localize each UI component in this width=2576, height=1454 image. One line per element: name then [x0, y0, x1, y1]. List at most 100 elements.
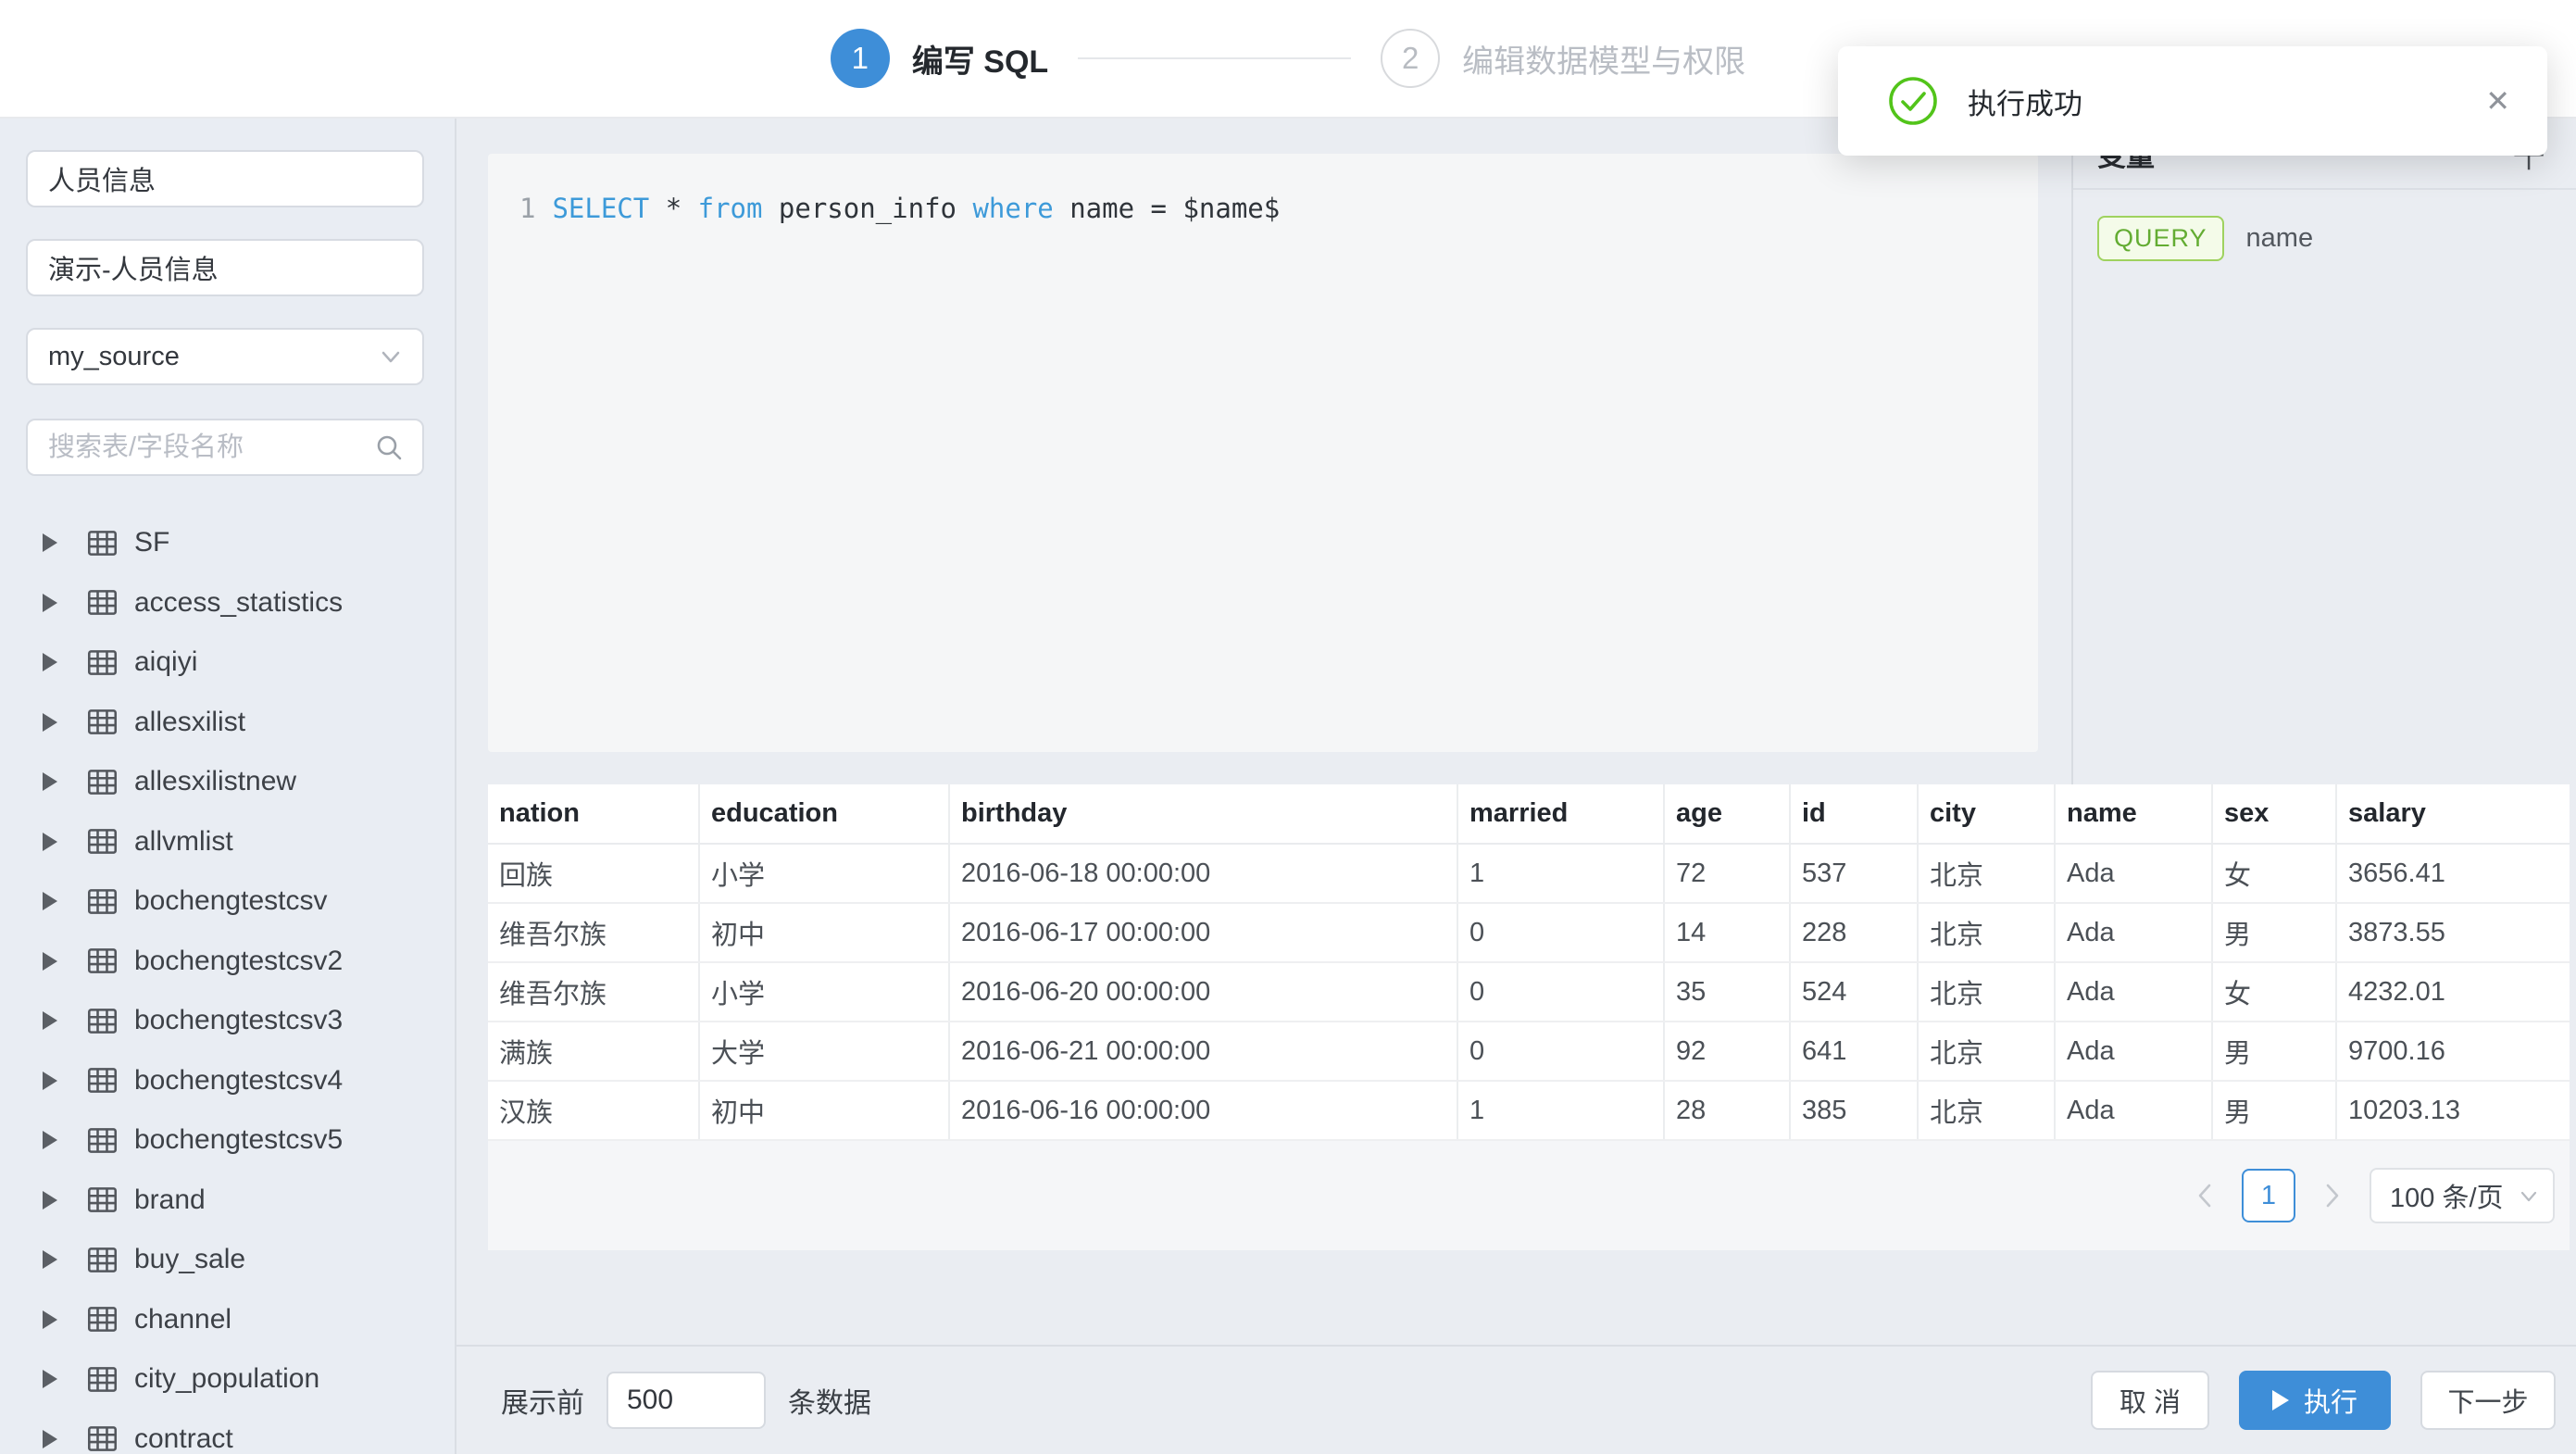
datasource-select[interactable]: my_source [26, 328, 424, 385]
search-icon [374, 432, 404, 462]
table-cell: 228 [1790, 903, 1918, 962]
column-header: married [1457, 784, 1664, 844]
current-page-button[interactable]: 1 [2242, 1169, 2295, 1222]
table-cell: 北京 [1918, 962, 2055, 1022]
toast-close-icon[interactable]: ✕ [2485, 83, 2510, 119]
caret-right-icon[interactable] [43, 833, 57, 851]
table-search-input[interactable] [48, 432, 365, 463]
dataset-name-input[interactable] [48, 164, 404, 194]
caret-right-icon[interactable] [43, 533, 57, 552]
caret-right-icon[interactable] [43, 1370, 57, 1388]
caret-right-icon[interactable] [43, 772, 57, 791]
table-cell: 0 [1457, 962, 1664, 1022]
run-button[interactable]: 执行 [2239, 1371, 2391, 1430]
table-cell: 641 [1790, 1022, 1918, 1081]
page-size-select[interactable]: 100 条/页 [2370, 1168, 2555, 1223]
tree-item-label: buy_sale [134, 1244, 245, 1275]
tree-item-table[interactable]: city_population [0, 1349, 455, 1410]
sql-editor[interactable]: 1 SELECT * from person_info where name =… [488, 154, 2038, 752]
table-icon [85, 526, 119, 560]
caret-right-icon[interactable] [43, 1072, 57, 1090]
table-cell: 524 [1790, 962, 1918, 1022]
table-cell: 2016-06-21 00:00:00 [949, 1022, 1457, 1081]
row-limit-suffix-label: 条数据 [788, 1380, 871, 1421]
table-icon [85, 1422, 119, 1454]
tree-item-label: bochengtestcsv3 [134, 1005, 343, 1036]
table-search-field[interactable] [26, 419, 424, 476]
table-cell: 汉族 [488, 1081, 699, 1140]
step-1-label: 编写 SQL [912, 36, 1048, 81]
sql-token: where [972, 193, 1053, 224]
step-2-edit-model[interactable]: 2 编辑数据模型与权限 [1381, 29, 1745, 88]
tree-item-table[interactable]: allesxilist [0, 693, 455, 753]
next-step-button[interactable]: 下一步 [2420, 1371, 2556, 1430]
tree-item-table[interactable]: bochengtestcsv4 [0, 1051, 455, 1111]
caret-right-icon[interactable] [43, 952, 57, 971]
variable-name: name [2246, 223, 2314, 254]
caret-right-icon[interactable] [43, 1430, 57, 1448]
table-cell: Ada [2055, 1081, 2212, 1140]
table-icon [85, 944, 119, 978]
table-cell: 3873.55 [2336, 903, 2570, 962]
next-page-button[interactable] [2314, 1169, 2351, 1222]
tree-item-table[interactable]: brand [0, 1171, 455, 1231]
table-cell: Ada [2055, 844, 2212, 903]
tree-item-table[interactable]: bochengtestcsv [0, 871, 455, 932]
row-limit-field[interactable] [606, 1372, 766, 1429]
variables-panel: 变量 + QUERY name [2071, 119, 2576, 784]
table-cell: 维吾尔族 [488, 903, 699, 962]
cancel-button[interactable]: 取 消 [2091, 1371, 2209, 1430]
chevron-down-icon [2518, 1185, 2540, 1207]
tree-item-label: access_statistics [134, 587, 343, 619]
prev-page-button[interactable] [2186, 1169, 2223, 1222]
tree-item-table[interactable]: channel [0, 1290, 455, 1350]
tree-item-label: allesxilistnew [134, 766, 296, 797]
table-cell: 北京 [1918, 903, 2055, 962]
sql-token: SELECT [552, 193, 649, 224]
caret-right-icon[interactable] [43, 892, 57, 910]
tree-item-table[interactable]: SF [0, 513, 455, 573]
caret-right-icon[interactable] [43, 1191, 57, 1210]
stepper: 1 编写 SQL 2 编辑数据模型与权限 [831, 29, 1745, 88]
dataset-display-name-field[interactable] [26, 239, 424, 296]
results-card: nationeducationbirthdaymarriedageidcityn… [488, 784, 2570, 1250]
variable-item[interactable]: QUERY name [2097, 216, 2552, 261]
column-header: name [2055, 784, 2212, 844]
table-cell: 10203.13 [2336, 1081, 2570, 1140]
column-header: city [1918, 784, 2055, 844]
caret-right-icon[interactable] [43, 653, 57, 671]
chevron-right-icon [2320, 1180, 2345, 1211]
table-cell: 537 [1790, 844, 1918, 903]
table-cell: 初中 [699, 1081, 949, 1140]
table-icon [85, 1004, 119, 1038]
tree-item-table[interactable]: allvmlist [0, 812, 455, 872]
spacer [456, 1250, 2576, 1345]
tree-item-table[interactable]: allesxilistnew [0, 752, 455, 812]
datasource-select-value: my_source [48, 342, 180, 372]
column-header: sex [2212, 784, 2336, 844]
row-limit-input[interactable] [627, 1385, 745, 1416]
caret-right-icon[interactable] [43, 594, 57, 612]
tree-item-table[interactable]: aiqiyi [0, 633, 455, 693]
tree-item-table[interactable]: bochengtestcsv2 [0, 932, 455, 992]
dataset-name-field[interactable] [26, 150, 424, 207]
caret-right-icon[interactable] [43, 1310, 57, 1329]
sql-token: * [649, 193, 697, 224]
tree-item-table[interactable]: buy_sale [0, 1230, 455, 1290]
tree-item-label: channel [134, 1304, 231, 1335]
caret-right-icon[interactable] [43, 713, 57, 732]
editor-area: 1 SELECT * from person_info where name =… [456, 119, 2071, 784]
sql-code: SELECT * from person_info where name = $… [552, 187, 1280, 230]
caret-right-icon[interactable] [43, 1131, 57, 1149]
caret-right-icon[interactable] [43, 1011, 57, 1030]
table-icon [85, 1123, 119, 1158]
table-cell: 2016-06-16 00:00:00 [949, 1081, 1457, 1140]
tree-item-table[interactable]: access_statistics [0, 573, 455, 633]
dataset-display-name-input[interactable] [48, 253, 404, 283]
caret-right-icon[interactable] [43, 1250, 57, 1269]
tree-item-table[interactable]: bochengtestcsv5 [0, 1110, 455, 1171]
step-1-write-sql[interactable]: 1 编写 SQL [831, 29, 1048, 88]
tree-item-table[interactable]: bochengtestcsv3 [0, 991, 455, 1051]
tree-item-table[interactable]: contract [0, 1410, 455, 1454]
table-cell: 回族 [488, 844, 699, 903]
